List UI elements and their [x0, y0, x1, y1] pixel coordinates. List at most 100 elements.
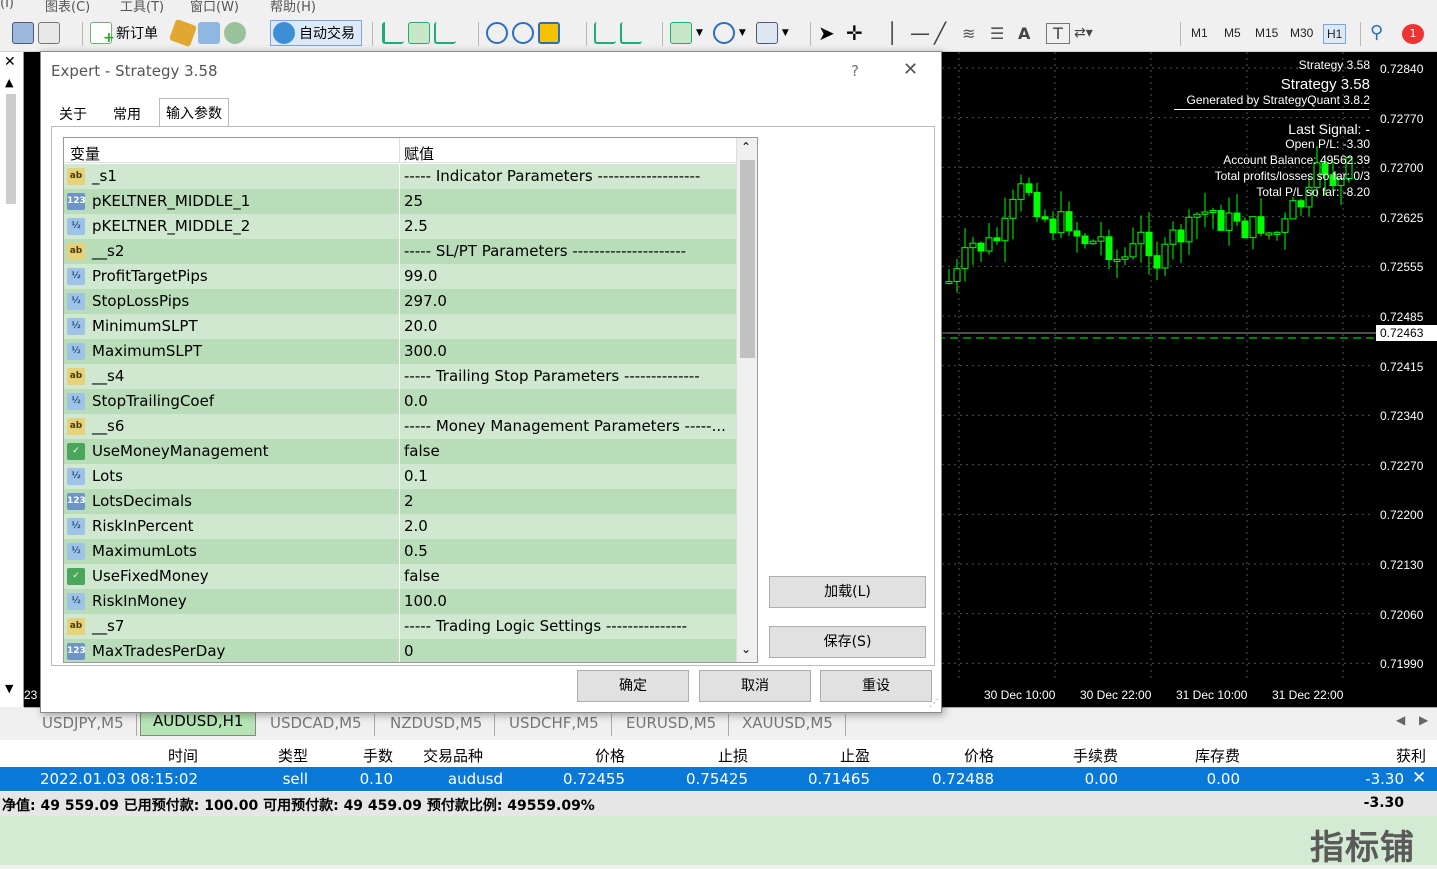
chevron-down-icon[interactable]: ▼ [696, 28, 703, 38]
param-row[interactable]: ab __s4 ----- Trailing Stop Parameters ---… [64, 364, 736, 389]
col-sl[interactable]: 止损 [640, 745, 748, 766]
param-row[interactable]: ½ StopTrailingCoef 0.0 [64, 389, 736, 414]
templates-icon[interactable] [755, 22, 778, 44]
param-value[interactable]: false [404, 567, 734, 585]
col-tp[interactable]: 止盈 [760, 745, 870, 766]
load-button[interactable]: 加载(L) [769, 576, 926, 608]
timeframe-m30[interactable]: M30 [1287, 24, 1316, 42]
menu-item-window[interactable]: 窗口(W) [190, 0, 239, 14]
menu-item[interactable]: (I) [0, 0, 14, 11]
left-scroll-thumb[interactable] [6, 94, 16, 204]
col-commission[interactable]: 手续费 [1000, 745, 1118, 766]
tab-inputs[interactable]: 输入参数 [159, 98, 229, 126]
tab-usdjpy[interactable]: USDJPY,M5 [30, 714, 137, 736]
resize-grip-icon[interactable]: ⋰ [929, 698, 939, 709]
chevron-down-icon[interactable]: ▼ [782, 28, 789, 38]
param-row[interactable]: ab _s1 ----- Indicator Parameters --------… [64, 164, 736, 189]
order-row[interactable]: 2022.01.03 08:15:02 sell 0.10 audusd 0.7… [0, 767, 1437, 791]
param-value[interactable]: 99.0 [404, 267, 734, 285]
col-symbol[interactable]: 交易品种 [398, 745, 483, 766]
tab-eurusd[interactable]: EURUSD,M5 [614, 714, 730, 736]
tab-xauusd[interactable]: XAUUSD,M5 [730, 714, 846, 736]
param-value[interactable]: 25 [404, 192, 734, 210]
timeframe-m1[interactable]: M1 [1188, 24, 1211, 42]
chart-shift-icon[interactable] [620, 22, 642, 44]
new-order-button[interactable]: + 新订单 [90, 20, 158, 46]
param-row[interactable]: ab __s6 ----- Money Management Parameters … [64, 414, 736, 439]
param-row[interactable]: ½ pKELTNER_MIDDLE_2 2.5 [64, 214, 736, 239]
close-order-icon[interactable]: ✕ [1412, 768, 1426, 788]
tab-usdcad[interactable]: USDCAD,M5 [258, 714, 375, 736]
periods-icon[interactable] [712, 22, 735, 44]
menu-item-chart[interactable]: 图表(C) [45, 0, 90, 14]
col-swap[interactable]: 库存费 [1125, 745, 1240, 766]
param-row[interactable]: ab __s2 ----- SL/PT Parameters -----------… [64, 239, 736, 264]
horizontal-line-icon[interactable]: — [910, 21, 930, 45]
zoom-in-icon[interactable] [486, 22, 508, 44]
col-lots[interactable]: 手数 [316, 745, 393, 766]
param-value[interactable]: 0 [404, 642, 734, 660]
chevron-down-icon[interactable]: ⌄ [741, 642, 751, 656]
indicators-icon[interactable] [670, 22, 692, 44]
gold-bar-icon[interactable] [168, 18, 198, 48]
tab-usdchf[interactable]: USDCHF,M5 [497, 714, 612, 736]
param-row[interactable]: ½ ProfitTargetPips 99.0 [64, 264, 736, 289]
param-value[interactable]: false [404, 442, 734, 460]
dialog-close-button[interactable]: ✕ [903, 59, 918, 80]
vertical-line-icon[interactable]: │ [886, 21, 906, 45]
notification-icon[interactable]: 1 [1402, 24, 1424, 44]
close-icon[interactable]: ✕ [4, 54, 16, 70]
chevron-up-icon[interactable]: ⌃ [741, 140, 751, 154]
text-label-icon[interactable]: T [1046, 22, 1070, 44]
chevron-down-icon[interactable]: ▼ [739, 28, 746, 38]
window-icon[interactable] [12, 22, 34, 44]
param-value[interactable]: ----- SL/PT Parameters -----------------… [404, 242, 734, 260]
menu-item-help[interactable]: 帮助(H) [270, 0, 316, 14]
param-value[interactable]: 0.0 [404, 392, 734, 410]
col-current-price[interactable]: 价格 [880, 745, 994, 766]
col-type[interactable]: 类型 [210, 745, 308, 766]
tab-scroll-right-icon[interactable]: ▶ [1419, 713, 1428, 727]
search-icon[interactable]: ⚲ [1370, 22, 1383, 43]
param-value[interactable]: 20.0 [404, 317, 734, 335]
autoscroll-icon[interactable] [594, 22, 616, 44]
param-value[interactable]: 2 [404, 492, 734, 510]
param-row[interactable]: ½ RiskInMoney 100.0 [64, 589, 736, 614]
param-row[interactable]: ab __s7 ----- Trading Logic Settings -----… [64, 614, 736, 639]
param-row[interactable]: ✓ UseFixedMoney false [64, 564, 736, 589]
menu-item-tools[interactable]: 工具(T) [120, 0, 164, 14]
param-row[interactable]: ½ Lots 0.1 [64, 464, 736, 489]
candlestick-icon[interactable] [408, 22, 430, 44]
tab-about[interactable]: 关于 [53, 100, 93, 126]
text-tool-icon[interactable]: A [1018, 24, 1042, 43]
save-button[interactable]: 保存(S) [769, 626, 926, 658]
equidistant-channel-icon[interactable]: ≋ [962, 24, 986, 43]
tab-common[interactable]: 常用 [107, 100, 147, 126]
tile-windows-icon[interactable] [538, 22, 560, 44]
tab-scroll-left-icon[interactable]: ◀ [1396, 713, 1405, 727]
line-chart-icon[interactable] [434, 22, 456, 44]
param-row[interactable]: ½ MinimumSLPT 20.0 [64, 314, 736, 339]
signal-icon[interactable] [224, 22, 246, 44]
timeframe-h1[interactable]: H1 [1323, 24, 1347, 44]
param-value[interactable]: ----- Trailing Stop Parameters ---------… [404, 367, 734, 385]
param-value[interactable]: 2.5 [404, 217, 734, 235]
param-value[interactable]: ----- Money Management Parameters -----.… [404, 417, 734, 435]
param-value[interactable]: 2.0 [404, 517, 734, 535]
timeframe-m15[interactable]: M15 [1252, 24, 1281, 42]
param-value[interactable]: ----- Trading Logic Settings -----------… [404, 617, 734, 635]
trend-line-icon[interactable]: ╱ [934, 21, 958, 45]
fibonacci-icon[interactable]: ☰ [990, 24, 1014, 43]
crosshair-icon[interactable]: ✛ [846, 21, 870, 45]
param-row[interactable]: ½ RiskInPercent 2.0 [64, 514, 736, 539]
param-row[interactable]: ½ StopLossPips 297.0 [64, 289, 736, 314]
param-row[interactable]: 123 pKELTNER_MIDDLE_1 25 [64, 189, 736, 214]
col-profit[interactable]: 获利 [1300, 745, 1426, 766]
reset-button[interactable]: 重设 [820, 670, 932, 702]
help-button[interactable]: ? [851, 62, 859, 80]
database-icon[interactable] [198, 22, 220, 44]
auto-trade-button[interactable]: 自动交易 [270, 20, 362, 46]
params-scrollbar[interactable]: ⌃ ⌄ [736, 138, 757, 662]
col-variable[interactable]: 变量 [70, 143, 100, 164]
param-value[interactable]: 0.1 [404, 467, 734, 485]
